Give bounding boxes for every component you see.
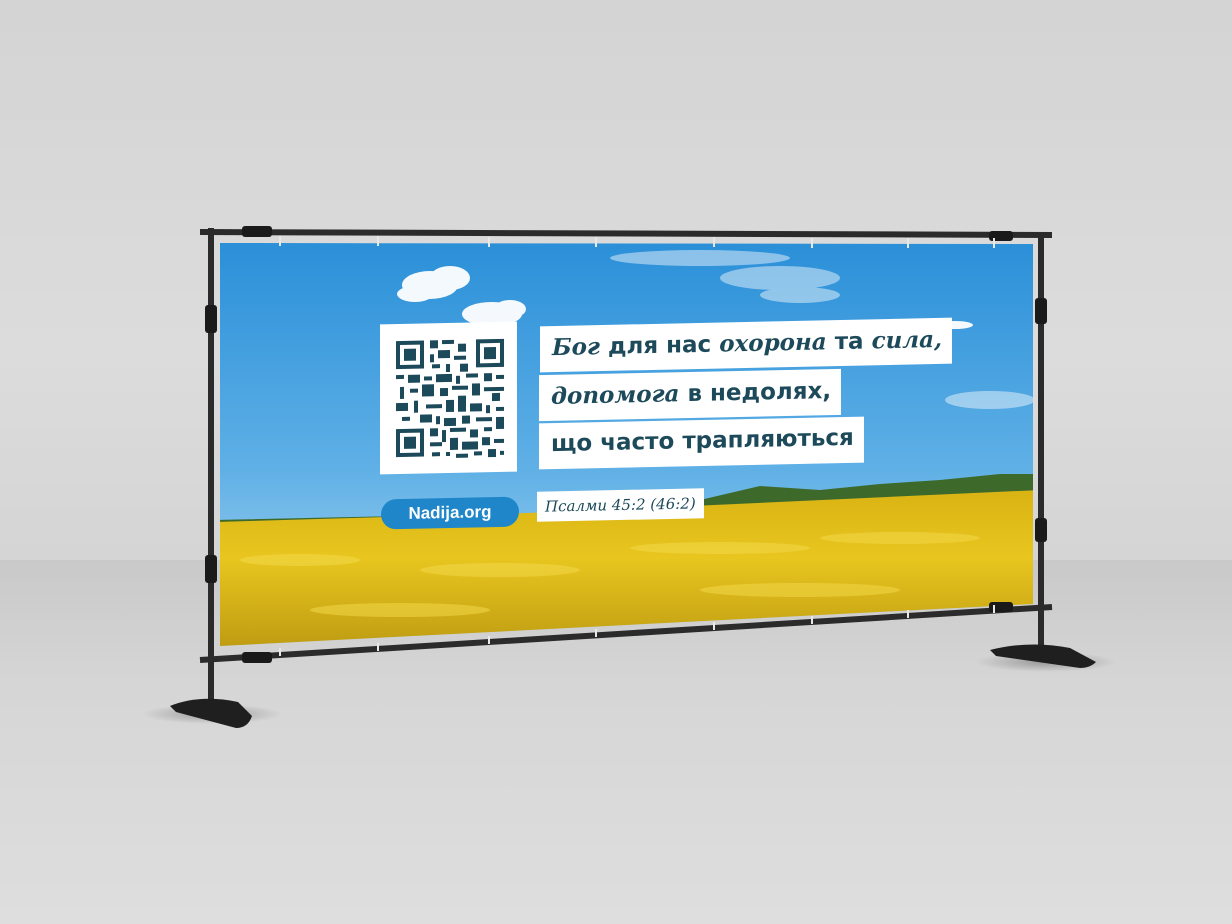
qr-code: [380, 321, 517, 475]
verse-line-1: Бог для нас охорона та сила,: [540, 317, 953, 373]
verse-text: для нас: [599, 331, 720, 361]
verse-line-3: що часто трапляються: [539, 416, 864, 470]
verse-word-okhorona: охорона: [719, 328, 827, 358]
verse-line-2: допомога в недолях,: [539, 368, 842, 422]
verse-text: в недолях,: [679, 378, 832, 408]
verse-word-bog: Бог: [552, 333, 600, 362]
scripture-reference: Псалми 45:2 (46:2): [537, 488, 704, 522]
top-bar: [199, 229, 1053, 238]
verse-word-dopomoha: допомога: [551, 380, 680, 410]
verse-text: що часто трапляються: [551, 424, 854, 458]
website-badge: Nadija.org: [381, 496, 519, 530]
verse-word-syla: сила,: [871, 325, 943, 355]
verse-text: та: [826, 328, 872, 356]
qr-code-icon: [396, 338, 504, 458]
